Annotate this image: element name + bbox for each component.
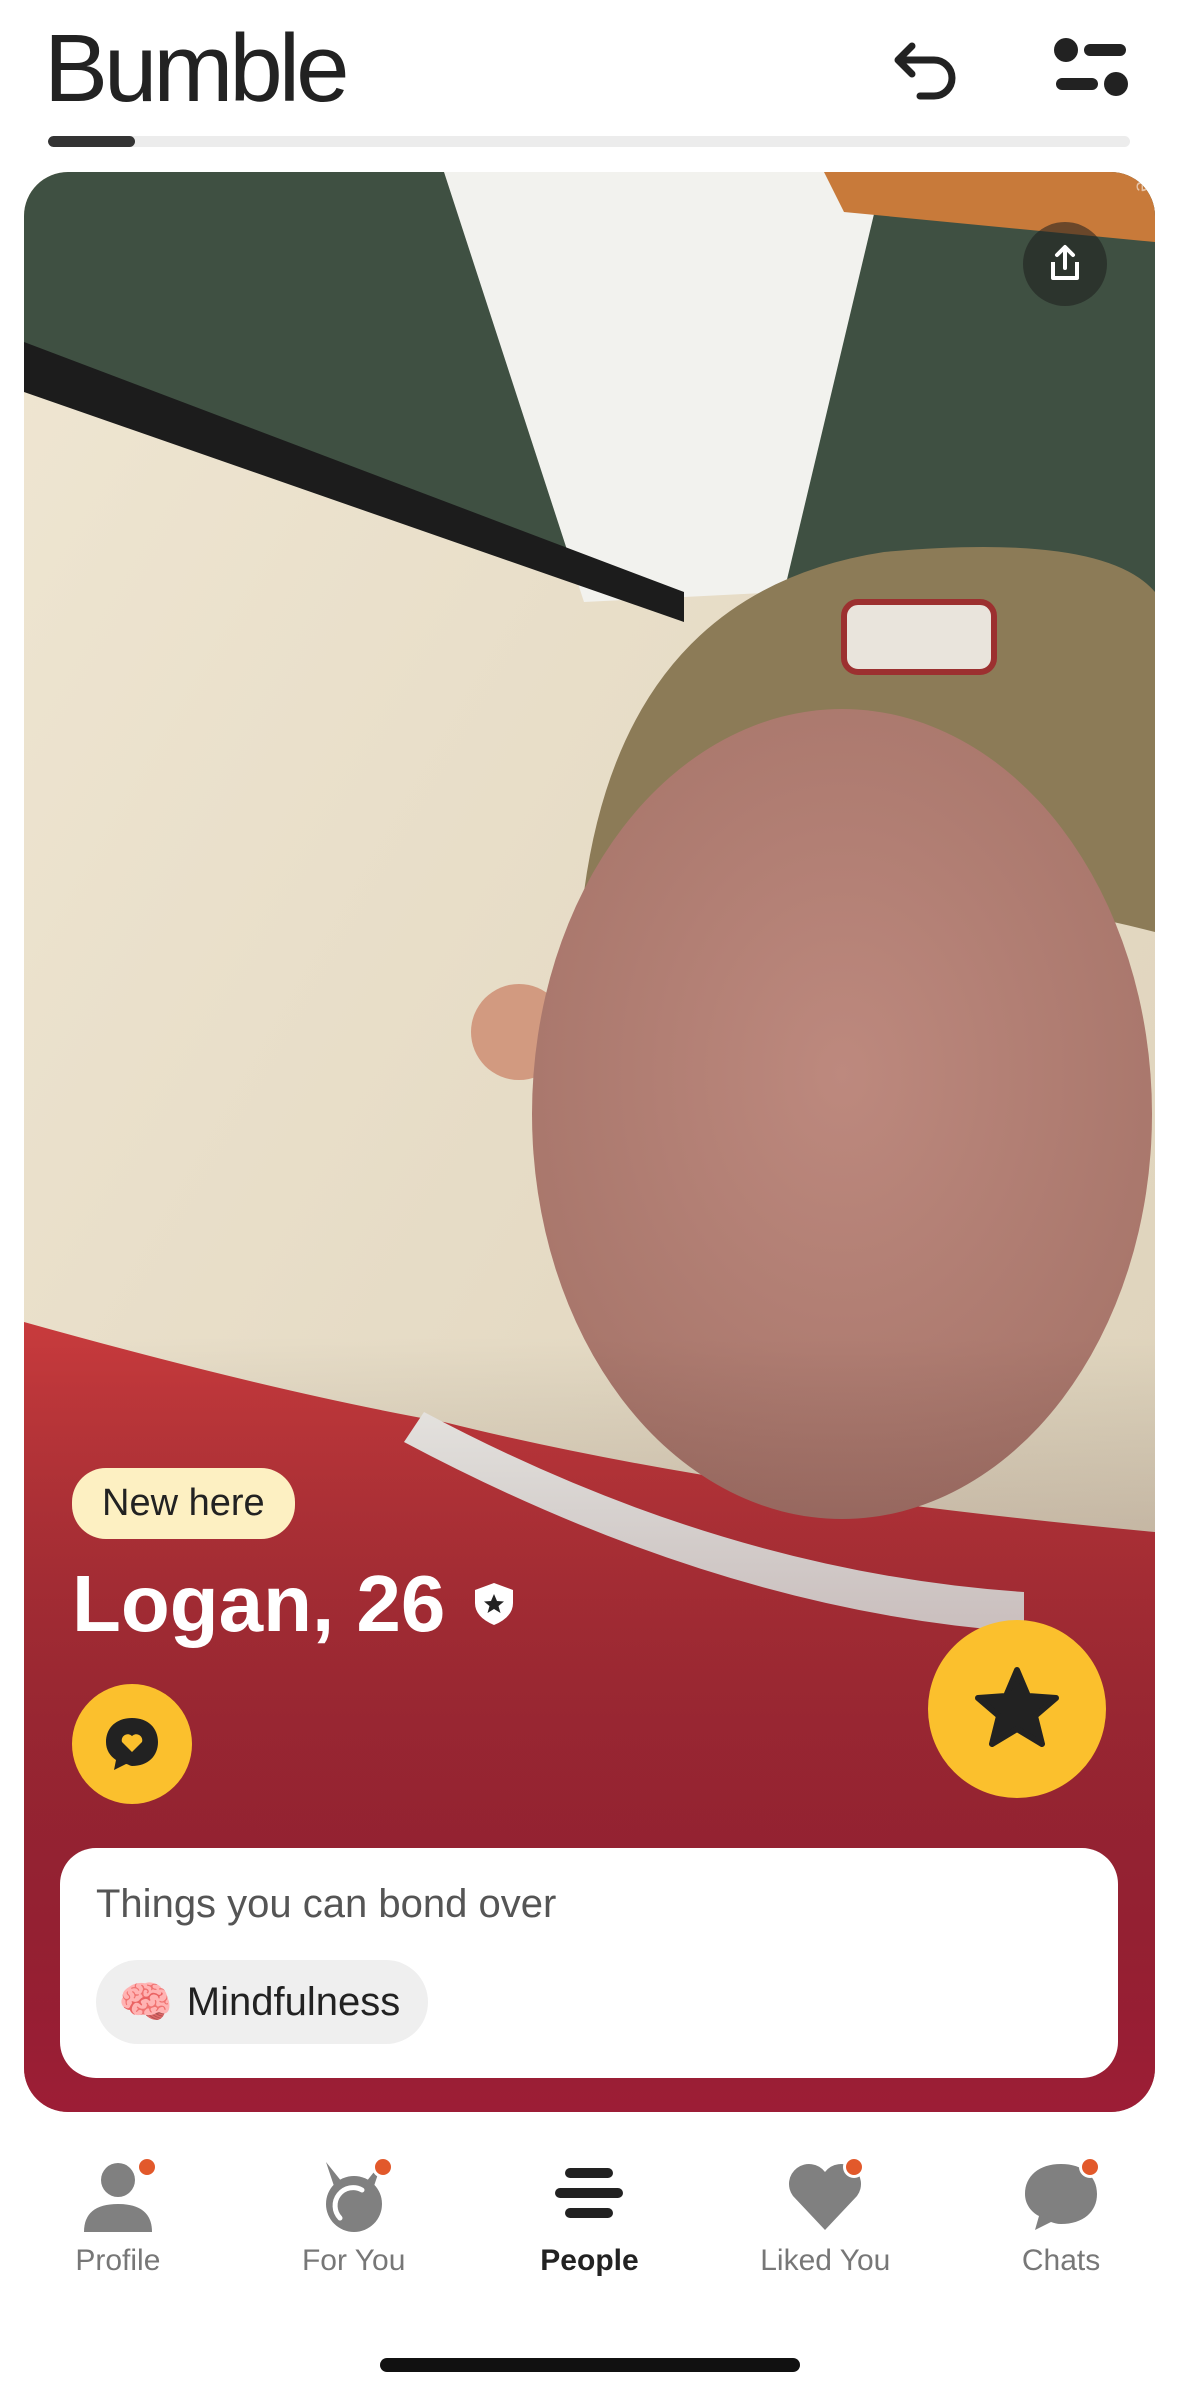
photo-progress-track — [48, 136, 1130, 147]
photo-progress-fill — [48, 136, 135, 147]
filter-icon — [1054, 38, 1128, 96]
star-icon — [975, 1667, 1059, 1747]
nav-label: Profile — [75, 2244, 161, 2277]
notification-dot — [135, 2156, 158, 2178]
share-icon — [1051, 245, 1079, 280]
nav-liked-you[interactable]: Liked You — [707, 2130, 943, 2300]
notification-dot — [1079, 2156, 1102, 2178]
undo-button[interactable] — [880, 22, 972, 114]
interest-chip: 🧠 Mindfulness — [96, 1960, 429, 2044]
compliment-button[interactable] — [72, 1684, 192, 1804]
nav-label: Liked You — [760, 2244, 891, 2277]
home-indicator — [380, 2358, 800, 2372]
undo-icon — [894, 42, 956, 100]
interest-chip-label: Mindfulness — [186, 1979, 401, 2024]
nav-label: Chats — [1021, 2244, 1101, 2277]
name-row: Logan, 26 — [72, 1558, 517, 1650]
verified-shield-icon — [475, 1583, 514, 1625]
brain-icon: 🧠 — [118, 1978, 173, 2027]
nav-chats[interactable]: Chats — [943, 2130, 1179, 2300]
new-here-badge: New here — [72, 1468, 295, 1539]
people-stack-icon — [555, 2168, 624, 2218]
profile-card[interactable]: New here Logan, 26 Things you can bond o… — [24, 172, 1155, 2112]
bottom-nav: Profile For You People Liked You Chats — [0, 2130, 1179, 2300]
profile-name-age: Logan, 26 — [72, 1559, 446, 1648]
filter-button[interactable] — [1046, 22, 1138, 114]
profile-photo — [24, 172, 1155, 2112]
share-button[interactable] — [1023, 222, 1107, 306]
nav-label: For You — [301, 2244, 406, 2277]
notification-dot — [371, 2156, 394, 2178]
superswipe-button[interactable] — [928, 1620, 1106, 1798]
nav-people[interactable]: People — [472, 2130, 708, 2300]
nav-profile[interactable]: Profile — [0, 2130, 236, 2300]
watermark: ⊙bumble — [1130, 172, 1155, 192]
compliment-icon — [106, 1718, 158, 1770]
bond-over-panel: Things you can bond over 🧠 Mindfulness — [60, 1848, 1118, 2078]
nav-label: People — [540, 2244, 639, 2277]
top-bar: Bumble — [0, 0, 1179, 147]
brand-logo: Bumble — [44, 15, 349, 122]
bond-over-title: Things you can bond over — [96, 1882, 557, 1926]
nav-for-you[interactable]: For You — [236, 2130, 472, 2300]
